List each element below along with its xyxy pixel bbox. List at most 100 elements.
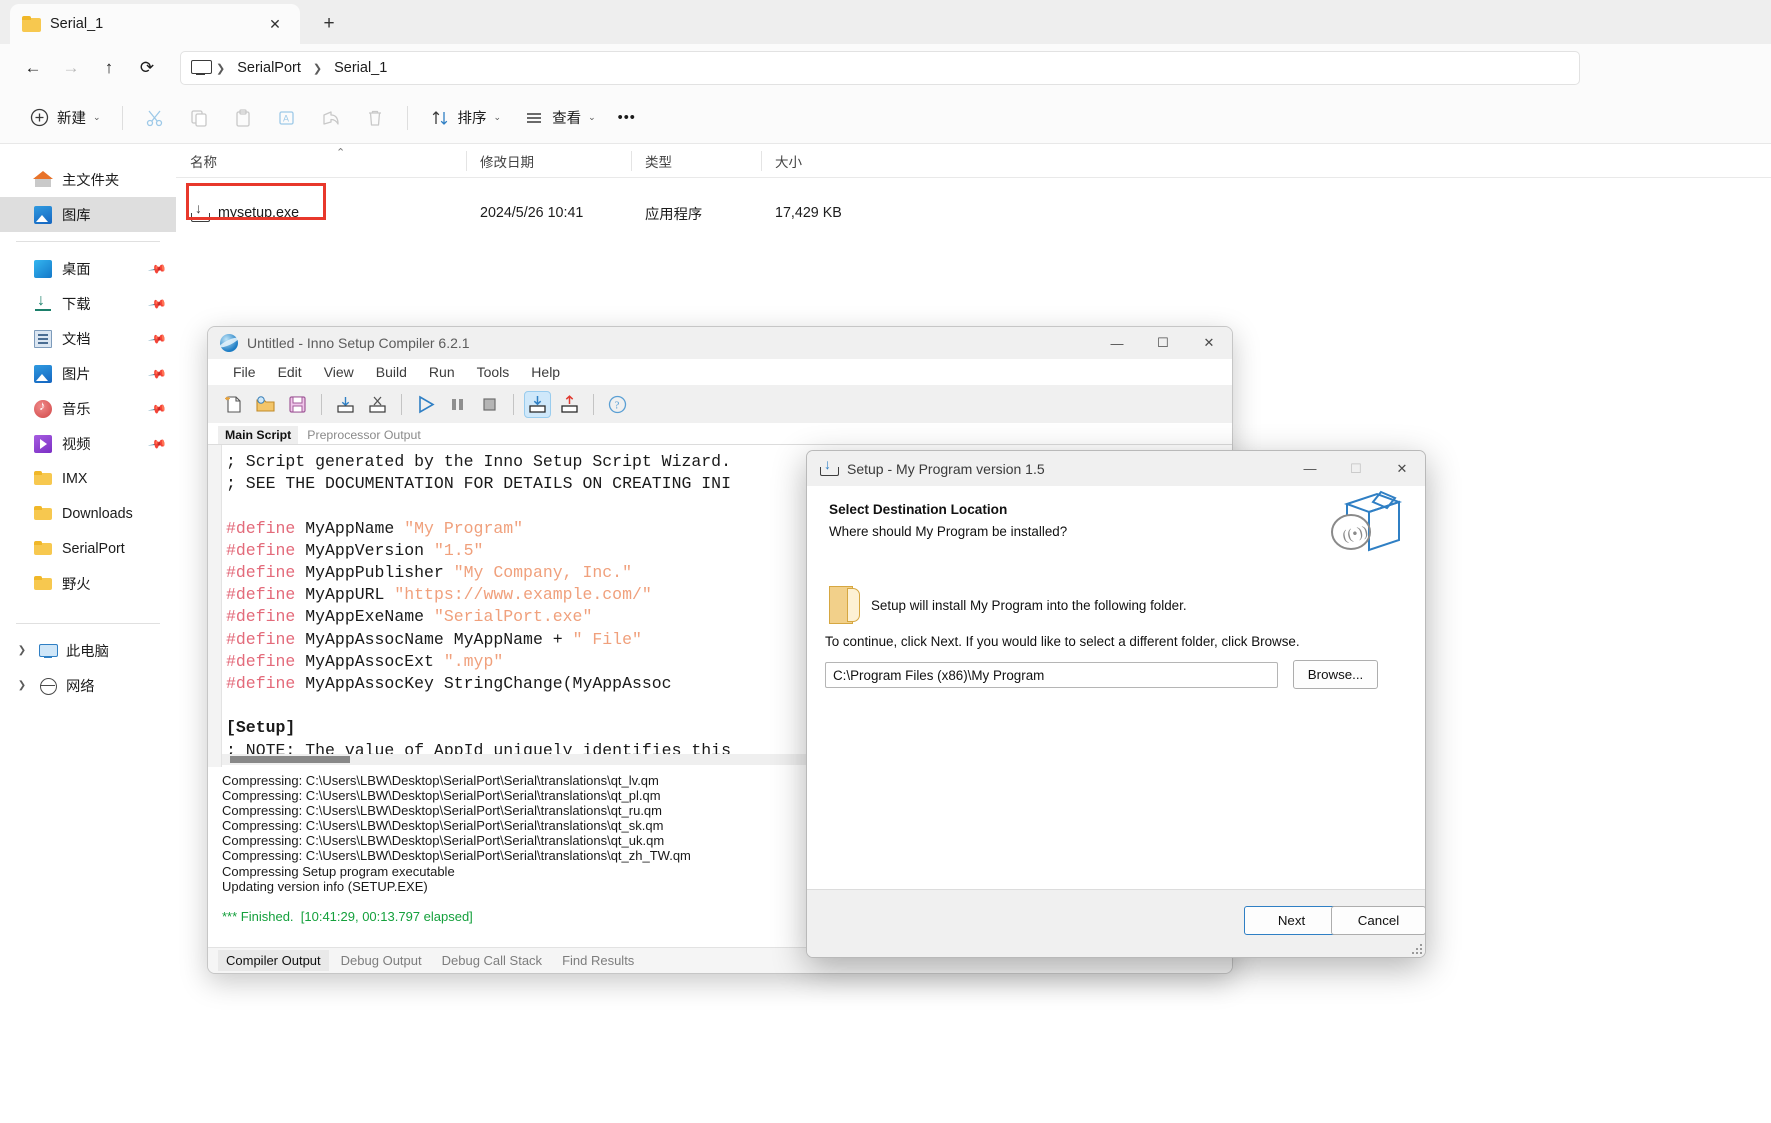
minimize-icon[interactable]: — — [1094, 327, 1140, 359]
address-bar[interactable]: ❯ SerialPort ❯ Serial_1 — [180, 51, 1580, 85]
sidebar-item-desktop[interactable]: 桌面 📌 — [0, 251, 176, 286]
sort-button-label: 排序 — [457, 111, 487, 127]
minimize-icon[interactable]: — — [1287, 453, 1333, 485]
tab-main-script[interactable]: Main Script — [218, 426, 299, 444]
table-row[interactable]: mysetup.exe 2024/5/26 10:41 应用程序 17,429 … — [176, 193, 1771, 233]
tab-compiler-output[interactable]: Compiler Output — [218, 950, 329, 971]
maximize-icon[interactable]: ☐ — [1140, 327, 1186, 359]
sidebar-item-yehuo[interactable]: 野火 — [0, 566, 176, 601]
sidebar-item-label: 图库 — [62, 208, 91, 224]
sidebar-item-gallery[interactable]: 图库 — [0, 197, 176, 232]
documents-icon — [34, 329, 52, 348]
new-tab-button[interactable]: + — [315, 10, 343, 38]
install-icon[interactable] — [524, 390, 551, 418]
new-button-label: 新建 — [57, 111, 86, 127]
menu-file[interactable]: File — [222, 364, 267, 380]
pin-icon: 📌 — [147, 328, 168, 349]
tab-find-results[interactable]: Find Results — [554, 950, 642, 971]
sort-button[interactable]: 排序 ⌄ — [419, 100, 512, 136]
column-header-type[interactable]: 类型 — [631, 144, 761, 178]
tab-debug-output[interactable]: Debug Output — [333, 950, 430, 971]
sidebar-item-videos[interactable]: 视频 📌 — [0, 426, 176, 461]
sidebar-item-home[interactable]: 主文件夹 — [0, 162, 176, 197]
inno-setup-logo-icon — [220, 334, 238, 352]
view-button[interactable]: 查看 ⌄ — [513, 100, 606, 136]
sidebar-item-downloads[interactable]: Downloads — [0, 496, 176, 531]
browse-button[interactable]: Browse... — [1293, 660, 1378, 689]
close-icon[interactable]: ✕ — [262, 11, 288, 37]
share-icon — [320, 107, 342, 129]
folder-icon — [22, 16, 41, 32]
wizard-title-bar[interactable]: Setup - My Program version 1.5 — ☐ ✕ — [807, 451, 1425, 486]
wizard-info-line: Setup will install My Program into the f… — [871, 598, 1187, 613]
copy-button[interactable] — [178, 100, 220, 136]
share-button[interactable] — [310, 100, 352, 136]
sidebar-item-documents[interactable]: 文档 📌 — [0, 321, 176, 356]
breadcrumb-item-1[interactable]: Serial_1 — [328, 58, 393, 78]
cut-button[interactable] — [134, 100, 176, 136]
folder-illustration-icon — [829, 586, 860, 624]
forward-icon[interactable]: → — [52, 51, 90, 85]
paste-button[interactable] — [222, 100, 264, 136]
sidebar-item-network[interactable]: ❯ 网络 — [0, 668, 176, 703]
run-icon[interactable] — [412, 391, 439, 418]
gallery-icon — [34, 205, 52, 224]
home-icon — [33, 170, 53, 189]
rename-icon: A — [276, 107, 298, 129]
sidebar-item-imx[interactable]: IMX — [0, 461, 176, 496]
sidebar-item-downloads-cn[interactable]: 下载 📌 — [0, 286, 176, 321]
menu-tools[interactable]: Tools — [466, 364, 521, 380]
help-icon[interactable]: ? — [604, 391, 631, 418]
pin-icon: 📌 — [147, 433, 168, 454]
uninstall-icon[interactable] — [556, 391, 583, 418]
sidebar-item-music[interactable]: 音乐 📌 — [0, 391, 176, 426]
folder-icon — [34, 540, 52, 558]
close-icon[interactable]: ✕ — [1186, 327, 1232, 359]
chevron-right-icon[interactable]: ❯ — [14, 680, 30, 691]
column-header-name[interactable]: 名称 ⌃ — [176, 144, 466, 178]
sidebar-item-pictures[interactable]: 图片 📌 — [0, 356, 176, 391]
resize-grip[interactable] — [1410, 942, 1422, 954]
menu-build[interactable]: Build — [365, 364, 418, 380]
menu-help[interactable]: Help — [520, 364, 571, 380]
tab-title: Serial_1 — [50, 16, 104, 32]
cancel-button[interactable]: Cancel — [1331, 906, 1425, 935]
inno-title-bar[interactable]: Untitled - Inno Setup Compiler 6.2.1 — ☐… — [208, 327, 1232, 359]
editor-gutter — [208, 445, 222, 767]
inno-menu-bar: File Edit View Build Run Tools Help — [208, 359, 1232, 385]
menu-run[interactable]: Run — [418, 364, 466, 380]
chevron-right-icon[interactable]: ❯ — [14, 645, 30, 656]
column-header-size[interactable]: 大小 — [761, 144, 871, 178]
new-button[interactable]: 新建 ⌄ — [18, 100, 111, 136]
trash-icon — [364, 107, 386, 129]
explorer-tab[interactable]: Serial_1 ✕ — [10, 4, 300, 44]
network-icon — [39, 677, 57, 695]
sidebar-divider — [16, 623, 160, 624]
file-modified-cell: 2024/5/26 10:41 — [480, 205, 584, 221]
save-file-icon[interactable] — [284, 391, 311, 418]
stop-icon[interactable] — [476, 391, 503, 418]
tab-debug-call-stack[interactable]: Debug Call Stack — [434, 950, 550, 971]
sidebar-item-this-pc[interactable]: ❯ 此电脑 — [0, 633, 176, 668]
tab-preprocessor-output[interactable]: Preprocessor Output — [300, 426, 427, 444]
setup-icon — [819, 456, 839, 478]
new-file-icon[interactable] — [220, 391, 247, 418]
pause-icon[interactable] — [444, 391, 471, 418]
back-icon[interactable]: ← — [14, 51, 52, 85]
column-header-modified[interactable]: 修改日期 — [466, 144, 631, 178]
rename-button[interactable]: A — [266, 100, 308, 136]
up-icon[interactable]: ↑ — [90, 51, 128, 85]
stop-compile-icon[interactable] — [364, 391, 391, 418]
more-options-button[interactable]: ••• — [608, 100, 646, 136]
open-file-icon[interactable] — [252, 391, 279, 418]
compile-icon[interactable] — [332, 391, 359, 418]
destination-path-input[interactable]: C:\Program Files (x86)\My Program — [825, 662, 1278, 688]
refresh-icon[interactable]: ⟳ — [128, 51, 166, 85]
breadcrumb-item-0[interactable]: SerialPort — [231, 58, 307, 78]
next-button[interactable]: Next — [1244, 906, 1339, 935]
delete-button[interactable] — [354, 100, 396, 136]
close-icon[interactable]: ✕ — [1379, 453, 1425, 485]
sidebar-item-serialport[interactable]: SerialPort — [0, 531, 176, 566]
menu-view[interactable]: View — [313, 364, 365, 380]
menu-edit[interactable]: Edit — [267, 364, 313, 380]
